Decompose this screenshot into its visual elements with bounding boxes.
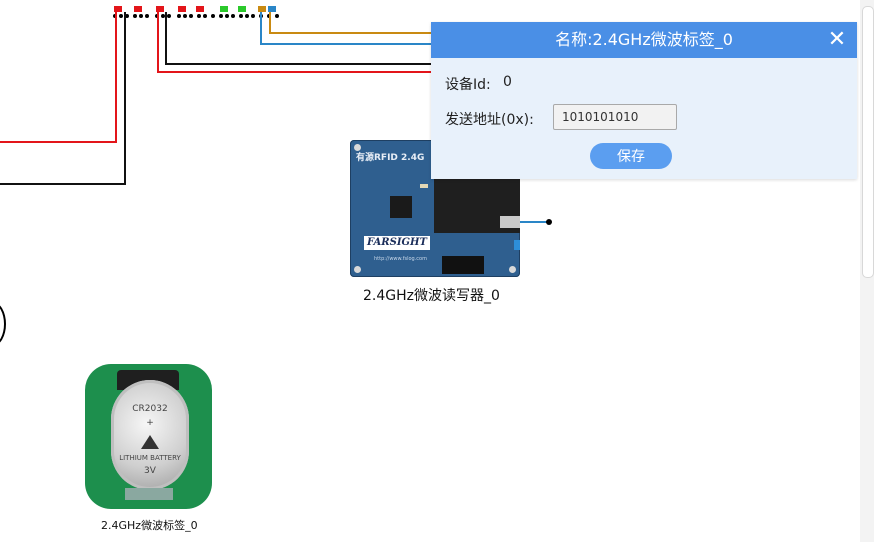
save-button[interactable]: 保存 — [590, 143, 672, 169]
wire-endpoint — [546, 219, 552, 225]
reader-label: 2.4GHz微波读写器_0 — [363, 288, 500, 304]
reader-led — [514, 240, 520, 250]
reader-usb-port — [500, 216, 520, 228]
battery-type: LITHIUM BATTERY — [119, 454, 181, 462]
pin-header-strip — [113, 6, 279, 18]
battery-sign: + — [146, 418, 154, 428]
property-dialog: 名称:2.4GHz微波标签_0 ✕ 设备Id: 0 发送地址(0x): 保存 — [431, 22, 857, 179]
vertical-scrollbar-thumb[interactable] — [862, 6, 874, 278]
device-id-value: 0 — [503, 74, 512, 90]
reader-url: http://www.fslog.com — [374, 256, 427, 262]
tag-pcb-foot — [125, 488, 173, 500]
wire-blue — [260, 12, 431, 45]
reader-header-connector — [442, 256, 484, 274]
battery-logo-icon — [141, 435, 159, 449]
send-address-label: 发送地址(0x): — [445, 112, 534, 128]
wire-black-right — [165, 12, 431, 65]
wire-orange — [269, 12, 431, 34]
close-icon[interactable]: ✕ — [823, 26, 851, 54]
reader-smd — [420, 184, 428, 188]
tag-label: 2.4GHz微波标签_0 — [101, 519, 198, 532]
battery-voltage: 3V — [144, 466, 156, 476]
wire-red-left — [0, 12, 117, 143]
send-address-input[interactable] — [553, 104, 677, 130]
reader-chip — [390, 196, 412, 218]
wire-black-left — [0, 12, 126, 185]
workspace-canvas[interactable]: 有源RFID 2.4G FARSIGHT http://www.fslog.co… — [0, 0, 874, 542]
mount-hole — [509, 266, 516, 273]
battery-model: CR2032 — [132, 404, 168, 414]
tag-device-image[interactable]: CR2032 + LITHIUM BATTERY 3V — [85, 364, 212, 509]
coin-battery: CR2032 + LITHIUM BATTERY 3V — [111, 380, 189, 490]
dialog-title[interactable]: 名称:2.4GHz微波标签_0 — [431, 22, 857, 58]
mount-hole — [354, 266, 361, 273]
mount-hole — [354, 144, 361, 151]
reader-silk-text: 有源RFID 2.4G — [356, 153, 425, 163]
device-id-label: 设备Id: — [445, 77, 491, 93]
reader-brand: FARSIGHT — [364, 236, 430, 250]
